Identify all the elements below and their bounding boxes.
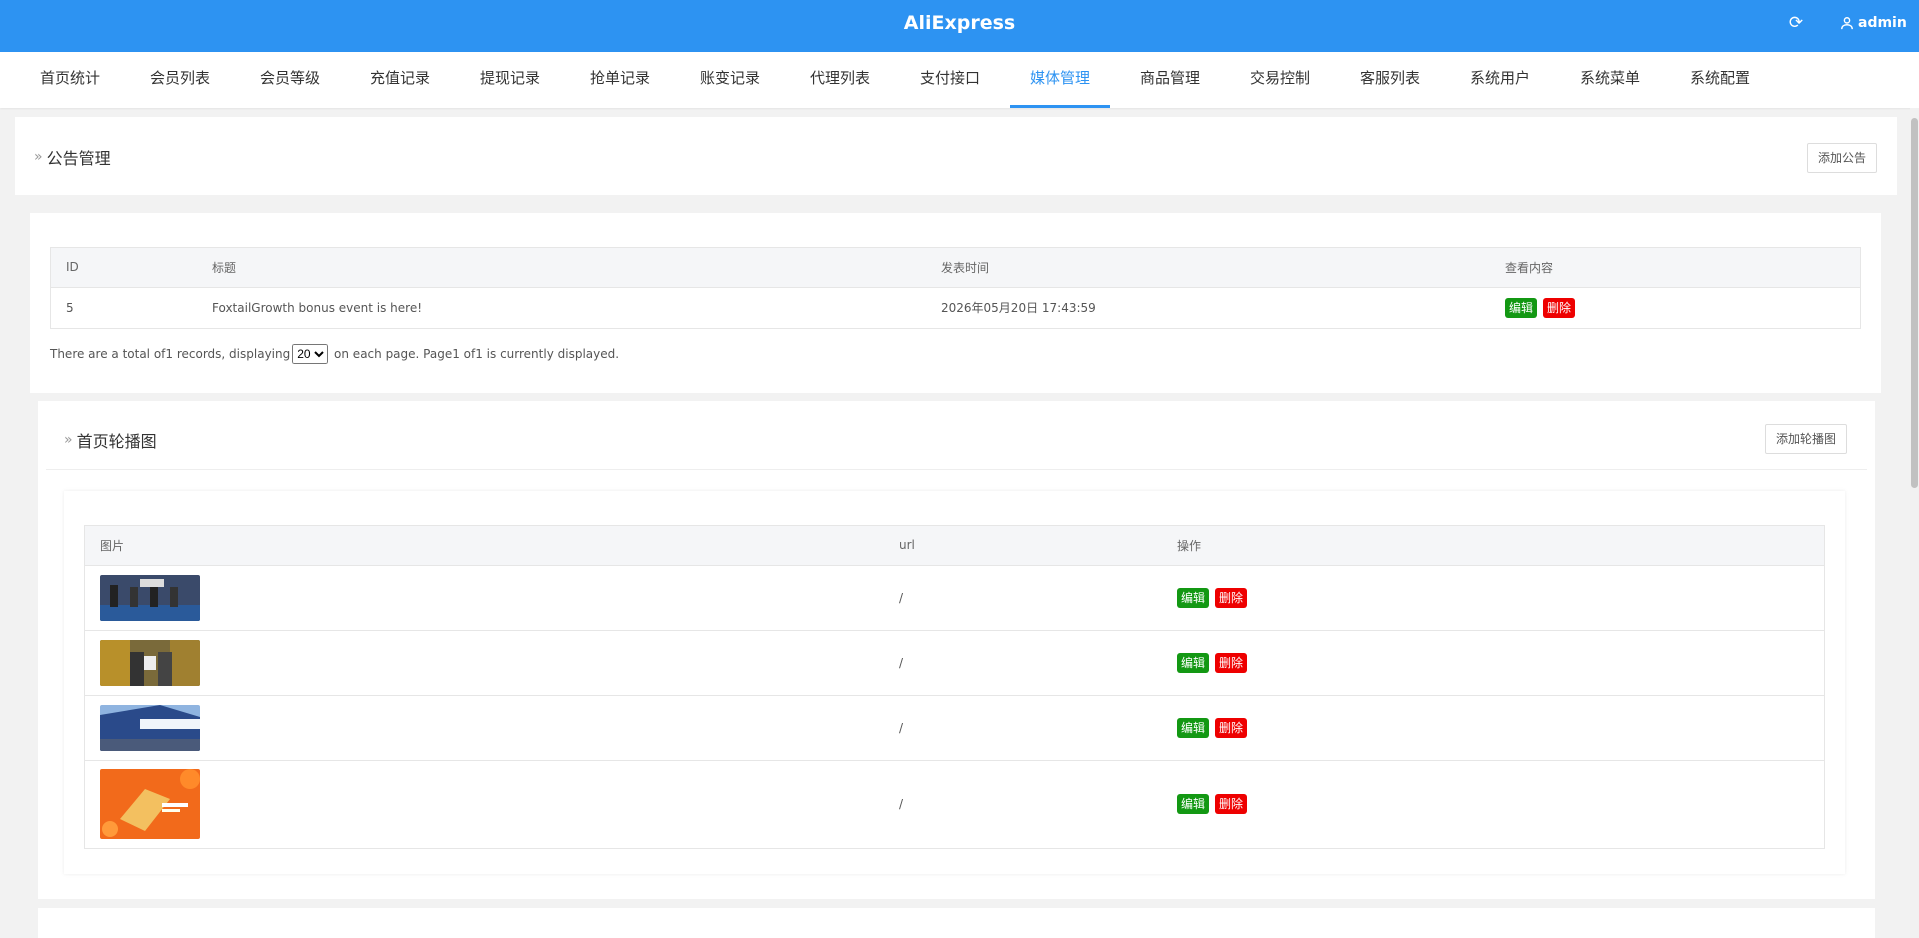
delete-button[interactable]: 删除 bbox=[1215, 652, 1248, 673]
nav-item-recharge[interactable]: 充值记录 bbox=[370, 52, 430, 108]
user-menu[interactable]: admin bbox=[1840, 13, 1907, 33]
announcement-actions: 编辑 删除 bbox=[1490, 287, 1860, 328]
announcement-section-title: » 公告管理 bbox=[34, 145, 111, 169]
main-nav: 首页统计 会员列表 会员等级 充值记录 提现记录 抢单记录 账变记录 代理列表 … bbox=[0, 52, 1919, 108]
announcement-header-panel: » 公告管理 添加公告 bbox=[15, 117, 1897, 195]
banner-image-cell bbox=[85, 695, 884, 761]
nav-item-orders[interactable]: 抢单记录 bbox=[590, 52, 650, 108]
banner-table: 图片 url 操作 / 编辑 删除 / 编辑 删除 / 编辑 删除 / 编辑 删… bbox=[84, 525, 1825, 849]
nav-item-system-config[interactable]: 系统配置 bbox=[1690, 52, 1750, 108]
nav-item-system-users[interactable]: 系统用户 bbox=[1470, 52, 1530, 108]
nav-item-dashboard[interactable]: 首页统计 bbox=[40, 52, 100, 108]
banner-actions: 编辑 删除 bbox=[1162, 760, 1824, 848]
banner-image-cell bbox=[85, 565, 884, 631]
add-banner-button[interactable]: 添加轮播图 bbox=[1765, 424, 1847, 454]
banner-actions: 编辑 删除 bbox=[1162, 695, 1824, 761]
announcement-time: 2026年05月20日 17:43:59 bbox=[941, 301, 1096, 316]
announcement-table: ID 标题 发表时间 查看内容 5 FoxtailGrowth bonus ev… bbox=[50, 247, 1861, 329]
nav-item-support[interactable]: 客服列表 bbox=[1360, 52, 1420, 108]
announcement-title: 公告管理 bbox=[46, 149, 111, 168]
edit-button[interactable]: 编辑 bbox=[1177, 587, 1210, 608]
column-header-url: url bbox=[884, 526, 1162, 566]
delete-button[interactable]: 删除 bbox=[1215, 587, 1248, 608]
banner-section-title: » 首页轮播图 bbox=[64, 428, 157, 452]
table-row: / 编辑 删除 bbox=[85, 630, 1824, 696]
banner-actions: 编辑 删除 bbox=[1162, 630, 1824, 696]
banner-actions: 编辑 删除 bbox=[1162, 565, 1824, 631]
nav-item-payment[interactable]: 支付接口 bbox=[920, 52, 980, 108]
table-row: / 编辑 删除 bbox=[85, 565, 1824, 631]
pagination-text-before: There are a total of1 records, displayin… bbox=[50, 347, 291, 361]
banner-image-4 bbox=[100, 769, 200, 840]
table-row: / 编辑 删除 bbox=[85, 695, 1824, 761]
nav-item-withdraw[interactable]: 提现记录 bbox=[480, 52, 540, 108]
banner-panel: » 首页轮播图 添加轮播图 图片 url 操作 / 编辑 删除 / 编辑 删除 … bbox=[38, 401, 1875, 899]
banner-url: / bbox=[899, 797, 904, 812]
table-row: / 编辑 删除 bbox=[85, 760, 1824, 848]
banner-image-2 bbox=[100, 639, 200, 686]
banner-title: 首页轮播图 bbox=[76, 432, 157, 451]
edit-button[interactable]: 编辑 bbox=[1505, 297, 1538, 318]
column-header-id: ID bbox=[51, 248, 197, 288]
column-header-image: 图片 bbox=[85, 526, 884, 566]
user-name: admin bbox=[1858, 15, 1907, 31]
nav-item-system-menu[interactable]: 系统菜单 bbox=[1580, 52, 1640, 108]
double-chevron-icon: » bbox=[64, 432, 73, 448]
scrollbar-thumb[interactable] bbox=[1911, 118, 1918, 488]
next-section-panel bbox=[38, 908, 1875, 938]
pagination-text-after: on each page. Page1 of1 is currently dis… bbox=[330, 347, 620, 361]
nav-item-members[interactable]: 会员列表 bbox=[150, 52, 210, 108]
banner-image-1 bbox=[100, 574, 200, 621]
banner-image-3 bbox=[100, 704, 200, 751]
column-header-actions: 查看内容 bbox=[1490, 248, 1860, 288]
announcement-title-cell: FoxtailGrowth bonus event is here! bbox=[212, 300, 423, 315]
edit-button[interactable]: 编辑 bbox=[1177, 794, 1210, 815]
banner-url: / bbox=[884, 695, 1162, 761]
announcement-id: 5 bbox=[66, 300, 74, 315]
nav-item-trade-control[interactable]: 交易控制 bbox=[1250, 52, 1310, 108]
banner-url: / bbox=[884, 565, 1162, 631]
table-row: 5 FoxtailGrowth bonus event is here! 202… bbox=[51, 287, 1860, 328]
per-page-select[interactable]: 20 bbox=[292, 344, 329, 364]
divider bbox=[46, 469, 1867, 470]
nav-item-media[interactable]: 媒体管理 bbox=[1010, 52, 1110, 108]
delete-button[interactable]: 删除 bbox=[1215, 717, 1248, 738]
nav-item-member-levels[interactable]: 会员等级 bbox=[260, 52, 320, 108]
banner-url: / bbox=[884, 630, 1162, 696]
edit-button[interactable]: 编辑 bbox=[1177, 652, 1210, 673]
edit-button[interactable]: 编辑 bbox=[1177, 717, 1210, 738]
nav-item-agents[interactable]: 代理列表 bbox=[810, 52, 870, 108]
user-icon bbox=[1841, 17, 1853, 30]
refresh-icon[interactable]: ⟳ bbox=[1786, 13, 1806, 33]
column-header-time: 发表时间 bbox=[926, 248, 1490, 288]
banner-image-cell bbox=[85, 630, 884, 696]
pagination-info: There are a total of1 records, displayin… bbox=[50, 344, 619, 364]
delete-button[interactable]: 删除 bbox=[1215, 794, 1248, 815]
delete-button[interactable]: 删除 bbox=[1543, 297, 1576, 318]
top-header: AliExpress ⟳ admin bbox=[0, 0, 1919, 52]
double-chevron-icon: » bbox=[34, 149, 43, 165]
banner-image-cell bbox=[85, 760, 884, 848]
add-announcement-button[interactable]: 添加公告 bbox=[1807, 143, 1877, 173]
column-header-operations: 操作 bbox=[1162, 526, 1824, 566]
banner-table-card: 图片 url 操作 / 编辑 删除 / 编辑 删除 / 编辑 删除 / 编辑 删… bbox=[64, 491, 1845, 874]
nav-item-balance-log[interactable]: 账变记录 bbox=[700, 52, 760, 108]
nav-item-products[interactable]: 商品管理 bbox=[1140, 52, 1200, 108]
column-header-title: 标题 bbox=[197, 248, 926, 288]
announcement-table-panel: ID 标题 发表时间 查看内容 5 FoxtailGrowth bonus ev… bbox=[30, 213, 1881, 393]
app-brand: AliExpress bbox=[903, 12, 1016, 34]
